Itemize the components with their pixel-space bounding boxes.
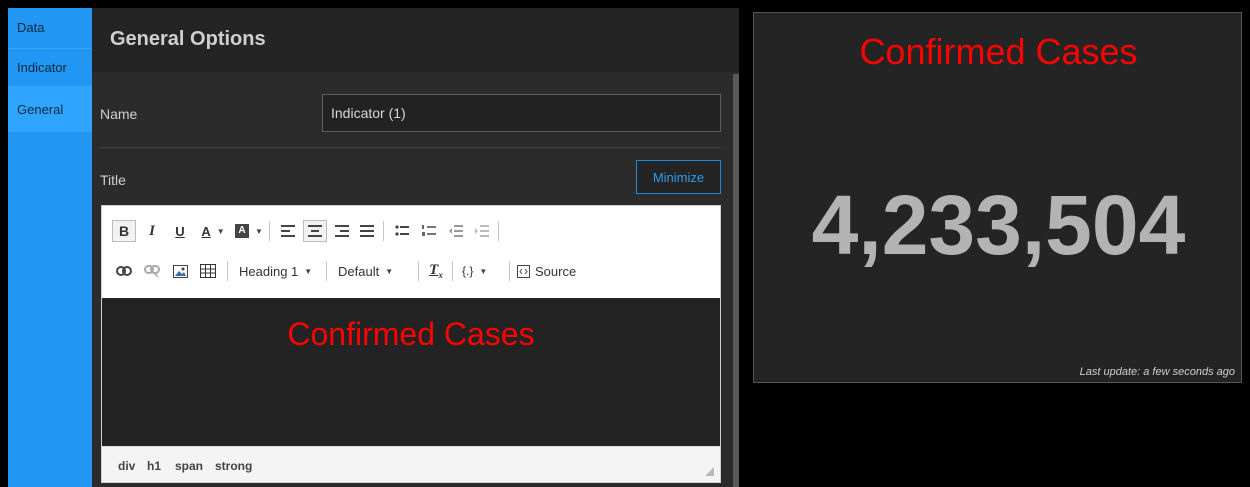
background-color-button[interactable]: A ▼ bbox=[232, 220, 266, 242]
heading-select[interactable]: Heading 1 ▼ bbox=[239, 260, 312, 282]
side-tab-strip: Data Indicator General bbox=[8, 8, 92, 487]
toolbar-separator bbox=[269, 221, 270, 241]
chevron-down-icon: ▼ bbox=[304, 266, 313, 276]
tab-general[interactable]: General bbox=[8, 87, 92, 132]
increase-indent-button[interactable] bbox=[470, 220, 494, 242]
chevron-down-icon: ▼ bbox=[216, 226, 225, 236]
underline-button[interactable]: U bbox=[168, 220, 192, 242]
name-input[interactable] bbox=[322, 94, 721, 132]
numbered-list-icon bbox=[422, 225, 436, 236]
editor-heading-text[interactable]: Confirmed Cases bbox=[102, 316, 720, 353]
chevron-down-icon: ▼ bbox=[479, 266, 488, 276]
remove-format-button[interactable]: Tx bbox=[424, 260, 448, 282]
chevron-down-icon: ▼ bbox=[385, 266, 394, 276]
panel-header: General Options bbox=[92, 8, 739, 72]
panel-scrollbar[interactable] bbox=[733, 74, 739, 487]
title-rich-text-editor: B I U A ▼ A ▼ Heading 1 ▼ Default ▼ Tx {… bbox=[101, 205, 721, 483]
font-select[interactable]: Default ▼ bbox=[338, 260, 393, 282]
toolbar-separator bbox=[227, 261, 228, 281]
outdent-icon bbox=[449, 225, 463, 237]
code-select[interactable]: {.} ▼ bbox=[462, 260, 487, 282]
toolbar-separator bbox=[326, 261, 327, 281]
background-color-icon: A bbox=[235, 224, 250, 238]
table-icon bbox=[200, 264, 216, 278]
bulleted-list-icon bbox=[395, 225, 409, 236]
align-right-icon bbox=[335, 225, 349, 237]
toolbar-separator bbox=[452, 261, 453, 281]
name-label: Name bbox=[100, 106, 138, 122]
editor-content-area[interactable]: Confirmed Cases bbox=[102, 298, 720, 446]
title-label: Title bbox=[100, 172, 126, 188]
path-item-span[interactable]: span bbox=[175, 459, 203, 473]
align-left-button[interactable] bbox=[276, 220, 300, 242]
toolbar-separator bbox=[509, 261, 510, 281]
image-icon bbox=[172, 264, 188, 278]
text-color-icon: A bbox=[201, 223, 211, 239]
indicator-value: 4,233,504 bbox=[811, 178, 1186, 272]
justify-icon bbox=[360, 225, 374, 237]
heading-select-value: Heading 1 bbox=[239, 263, 299, 279]
remove-format-icon: Tx bbox=[429, 262, 443, 280]
source-label: Source bbox=[535, 263, 577, 279]
chevron-down-icon: ▼ bbox=[255, 226, 263, 236]
toolbar-separator bbox=[383, 221, 384, 241]
code-select-value: {.} bbox=[462, 264, 474, 278]
decrease-indent-button[interactable] bbox=[444, 220, 468, 242]
editor-toolbar: B I U A ▼ A ▼ Heading 1 ▼ Default ▼ Tx {… bbox=[102, 206, 720, 298]
toolbar-separator bbox=[418, 261, 419, 281]
unlink-icon bbox=[144, 265, 160, 277]
minimize-button[interactable]: Minimize bbox=[636, 160, 721, 194]
resize-grip-icon[interactable] bbox=[705, 467, 714, 476]
tab-data[interactable]: Data bbox=[8, 8, 92, 49]
tab-indicator[interactable]: Indicator bbox=[8, 49, 92, 87]
elements-path-bar: div h1 span strong bbox=[102, 446, 720, 482]
font-select-value: Default bbox=[338, 263, 380, 279]
source-button[interactable]: Source bbox=[517, 260, 576, 282]
last-update-text: Last update: a few seconds ago bbox=[1079, 366, 1235, 378]
link-button[interactable] bbox=[112, 260, 136, 282]
path-item-div[interactable]: div bbox=[118, 459, 135, 473]
path-item-strong[interactable]: strong bbox=[215, 459, 252, 473]
image-button[interactable] bbox=[168, 260, 192, 282]
justify-button[interactable] bbox=[355, 220, 379, 242]
align-left-icon bbox=[281, 225, 295, 237]
divider bbox=[100, 147, 721, 148]
source-icon bbox=[517, 264, 530, 278]
align-center-icon bbox=[308, 225, 322, 237]
table-button[interactable] bbox=[196, 260, 220, 282]
bold-button[interactable]: B bbox=[112, 220, 136, 242]
indicator-preview-card: Confirmed Cases 4,233,504 Last update: a… bbox=[753, 12, 1242, 383]
link-icon bbox=[116, 266, 132, 276]
indicator-title: Confirmed Cases bbox=[859, 31, 1138, 72]
bulleted-list-button[interactable] bbox=[390, 220, 414, 242]
align-center-button[interactable] bbox=[303, 220, 327, 242]
align-right-button[interactable] bbox=[330, 220, 354, 242]
numbered-list-button[interactable] bbox=[417, 220, 441, 242]
path-item-h1[interactable]: h1 bbox=[147, 459, 161, 473]
toolbar-separator bbox=[498, 221, 499, 241]
italic-button[interactable]: I bbox=[140, 220, 164, 242]
panel-title: General Options bbox=[110, 28, 266, 50]
general-options-panel: General Options Name Title Minimize B I … bbox=[92, 8, 739, 487]
indent-icon bbox=[475, 225, 489, 237]
text-color-button[interactable]: A ▼ bbox=[196, 220, 230, 242]
unlink-button[interactable] bbox=[140, 260, 164, 282]
